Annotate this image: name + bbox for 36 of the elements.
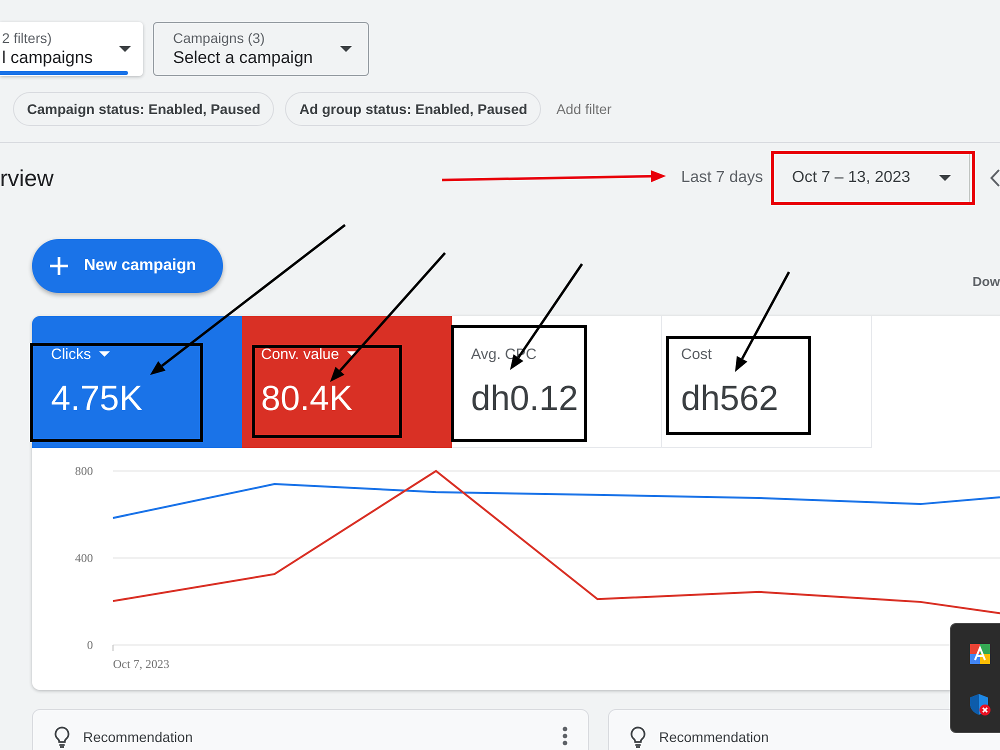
caret-icon <box>119 46 131 52</box>
caret-icon <box>939 175 951 181</box>
metric-value: dh562 <box>681 379 780 419</box>
new-campaign-button[interactable]: New campaign <box>32 239 224 293</box>
filter-chip[interactable]: Ad group status: Enabled, Paused <box>285 92 542 126</box>
metric-label: Cost <box>681 346 712 362</box>
metric-label: Clicks <box>51 346 91 362</box>
axis-label: 0 <box>87 638 93 652</box>
caret-icon <box>347 351 358 357</box>
campaign-dropdown[interactable]: Campaigns (3) Select a campaign <box>153 22 369 76</box>
date-range-dropdown[interactable]: Oct 7 – 13, 2023 <box>771 154 970 202</box>
axis-label: 800 <box>75 464 93 478</box>
download-link[interactable]: Dow <box>972 274 1000 289</box>
caret-icon <box>99 351 110 357</box>
page-title: rview <box>0 164 54 192</box>
metric-value: dh0.12 <box>471 379 580 419</box>
range-label: Last 7 days <box>681 169 763 187</box>
recommendation-title: Recommendation <box>83 728 193 747</box>
shield-icon[interactable] <box>970 694 991 716</box>
lightbulb-icon <box>629 726 647 748</box>
caret-icon <box>340 46 352 52</box>
axis-label: Oct 7, 2023 <box>113 657 170 671</box>
metric-tile[interactable]: Cost dh562 <box>662 316 872 448</box>
metric-value: 4.75K <box>51 379 144 419</box>
recommendation-title: Recommendation <box>659 728 769 747</box>
metric-value: 80.4K <box>261 379 354 419</box>
campaign-dropdown[interactable]: 2 filters) l campaigns <box>0 22 143 76</box>
lightbulb-icon <box>53 726 71 748</box>
filter-chip[interactable]: Campaign status: Enabled, Paused <box>13 92 274 126</box>
more-menu-icon[interactable] <box>562 726 568 746</box>
metric-label: Conv. value <box>261 346 340 362</box>
app-icon[interactable] <box>970 644 990 664</box>
add-filter-button[interactable]: Add filter <box>556 101 612 117</box>
plus-icon <box>49 256 69 276</box>
axis-label: 400 <box>75 551 93 565</box>
chevron-left-icon[interactable] <box>990 169 1000 187</box>
